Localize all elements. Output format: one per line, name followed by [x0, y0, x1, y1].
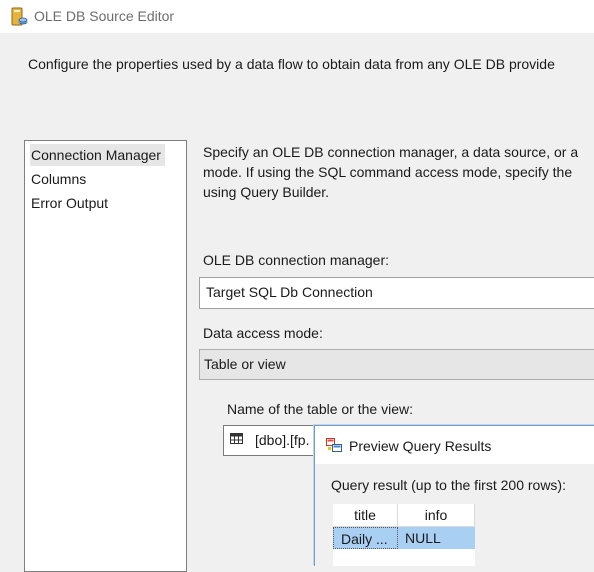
window-title: OLE DB Source Editor	[34, 8, 175, 24]
table-name-label: Name of the table or the view:	[227, 401, 413, 417]
column-header-title[interactable]: title	[333, 504, 398, 527]
instructions-line: mode. If using the SQL command access mo…	[203, 164, 573, 180]
database-icon	[11, 7, 28, 26]
query-result-label: Query result (up to the first 200 rows):	[331, 477, 566, 493]
nav-item-error-output[interactable]: Error Output	[31, 192, 108, 214]
preview-title-bar: Preview Query Results	[315, 426, 594, 464]
connection-manager-label: OLE DB connection manager:	[203, 252, 389, 268]
data-access-mode-label: Data access mode:	[203, 325, 323, 341]
preview-dialog-title: Preview Query Results	[349, 438, 492, 454]
title-bar: OLE DB Source Editor	[0, 0, 594, 33]
page-navigation-list: Connection Manager Columns Error Output	[24, 140, 187, 572]
connection-manager-value: Target SQL Db Connection	[206, 284, 373, 300]
nav-item-connection-manager[interactable]: Connection Manager	[30, 144, 165, 166]
editor-description: Configure the properties used by a data …	[28, 56, 555, 72]
connection-manager-combobox[interactable]: Target SQL Db Connection	[199, 277, 594, 309]
instructions-line: Specify an OLE DB connection manager, a …	[203, 144, 579, 160]
data-flow-icon	[326, 438, 342, 452]
table-cell[interactable]: NULL	[398, 527, 475, 549]
table-icon	[230, 433, 243, 444]
nav-item-columns[interactable]: Columns	[31, 168, 86, 190]
data-access-mode-value: Table or view	[204, 356, 286, 372]
table-cell[interactable]: Daily ...	[333, 527, 398, 549]
table-name-value: [dbo].[fp.	[255, 432, 310, 448]
instructions-line: using Query Builder.	[203, 184, 330, 200]
data-access-mode-dropdown[interactable]: Table or view	[199, 349, 594, 380]
column-header-info[interactable]: info	[398, 504, 475, 527]
preview-query-results-dialog: Preview Query Results Query result (up t…	[314, 425, 594, 566]
instructions-text: Specify an OLE DB connection manager, a …	[203, 142, 594, 202]
